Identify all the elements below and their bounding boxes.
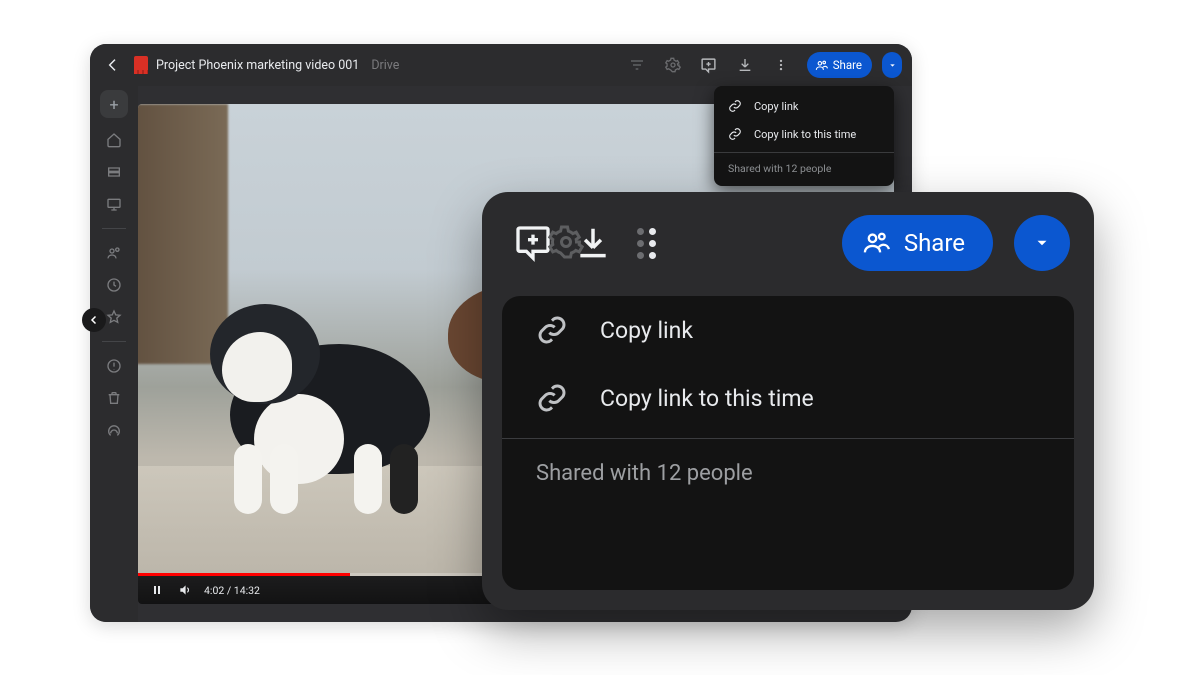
spam-icon[interactable] [104, 356, 124, 376]
add-comment-icon[interactable] [695, 51, 723, 79]
my-drive-icon[interactable] [104, 162, 124, 182]
app-header: Project Phoenix marketing video 001 Driv… [90, 44, 912, 86]
share-toolbar-zoom-panel: Share Copy link Copy link to this time S… [482, 192, 1094, 610]
copy-link-time-item[interactable]: Copy link to this time [714, 120, 894, 148]
computers-icon[interactable] [104, 194, 124, 214]
share-button[interactable]: Share [842, 215, 993, 271]
recent-icon[interactable] [104, 275, 124, 295]
more-options-icon[interactable] [767, 51, 795, 79]
copy-link-label: Copy link [600, 317, 693, 344]
shared-with-text: Shared with 12 people [714, 153, 894, 186]
copy-link-time-label: Copy link to this time [754, 128, 856, 141]
shared-with-text: Shared with 12 people [502, 439, 1074, 486]
share-dropdown-large: Copy link Copy link to this time Shared … [502, 296, 1074, 590]
share-button[interactable]: Share [807, 52, 872, 78]
share-dropdown-small: Copy link Copy link to this time Shared … [714, 86, 894, 186]
share-button-label: Share [904, 229, 965, 257]
zoom-toolbar: Share [482, 192, 1094, 294]
copy-link-time-item[interactable]: Copy link to this time [502, 364, 1074, 432]
copy-link-item[interactable]: Copy link [502, 296, 1074, 364]
copy-link-time-label: Copy link to this time [600, 385, 814, 412]
pause-icon[interactable] [148, 581, 166, 599]
rail-divider [102, 228, 126, 229]
copy-link-item[interactable]: Copy link [714, 92, 894, 120]
filter-icon[interactable] [623, 51, 651, 79]
new-button[interactable]: + [100, 90, 128, 118]
shared-icon[interactable] [104, 243, 124, 263]
back-arrow-icon[interactable] [100, 52, 126, 78]
left-nav-rail: + [90, 86, 138, 622]
download-icon[interactable] [566, 216, 620, 270]
download-icon[interactable] [731, 51, 759, 79]
collapse-sidebar-icon[interactable] [82, 308, 106, 332]
share-button-label: Share [833, 58, 862, 72]
trash-icon[interactable] [104, 388, 124, 408]
more-options-icon[interactable] [626, 216, 666, 270]
volume-icon[interactable] [176, 581, 194, 599]
file-title: Project Phoenix marketing video 001 [156, 58, 359, 73]
time-display: 4:02 / 14:32 [204, 584, 260, 597]
home-icon[interactable] [104, 130, 124, 150]
share-dropdown-caret[interactable] [1014, 215, 1070, 271]
storage-icon[interactable] [104, 420, 124, 440]
button-separator [1001, 217, 1002, 269]
share-dropdown-caret[interactable] [882, 52, 902, 78]
rail-divider-2 [102, 341, 126, 342]
starred-icon[interactable] [104, 307, 124, 327]
video-file-icon [134, 56, 148, 74]
settings-gear-icon[interactable] [659, 51, 687, 79]
file-location: Drive [371, 58, 399, 73]
copy-link-label: Copy link [754, 100, 798, 113]
